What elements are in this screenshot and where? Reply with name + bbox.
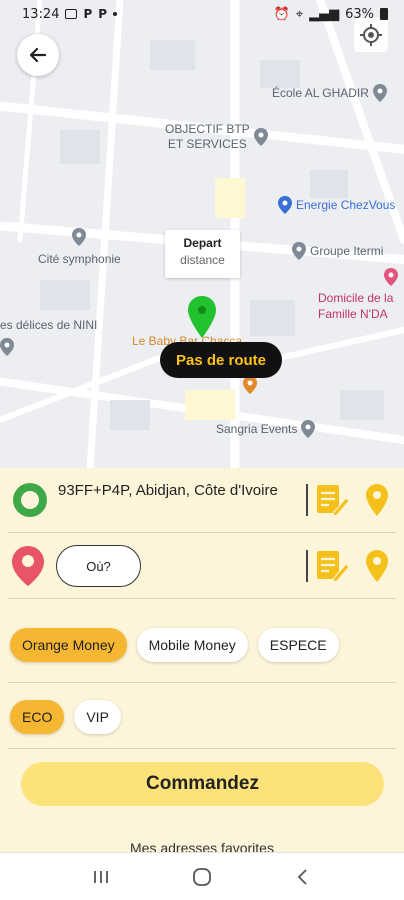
poi-objectif-btp[interactable]: OBJECTIF BTP ET SERVICES (165, 122, 268, 152)
alarm-icon: ⏰ (273, 6, 290, 22)
departure-address[interactable]: 93FF+P4P, Abidjan, Côte d'Ivoire (58, 480, 298, 501)
map-view[interactable]: École AL GHADIR OBJECTIF BTP ET SERVICES… (0, 0, 404, 470)
more-notifications-dot (113, 12, 118, 16)
shopping-pin-icon (278, 196, 292, 214)
battery-icon (380, 8, 388, 20)
divider (306, 484, 308, 516)
category-chip-eco[interactable]: ECO (10, 700, 65, 734)
poi-groupe-itermi[interactable]: Groupe Itermi (292, 242, 383, 260)
notification-p-2: P (98, 7, 108, 21)
depart-info-window[interactable]: Depart distance (165, 230, 240, 278)
restaurant-pin-icon (243, 376, 257, 394)
map-pin-icon (0, 338, 14, 356)
signal-icon: ▂▄▆ (309, 6, 340, 22)
divider (306, 550, 308, 582)
favorite-addresses-link[interactable]: Mes adresses favorites (0, 840, 404, 852)
location-status-icon: ⌖ (295, 6, 304, 22)
payment-chip-orange-money[interactable]: Orange Money (10, 628, 127, 662)
payment-chip-espece[interactable]: ESPECE (257, 628, 339, 662)
divider (8, 682, 396, 683)
divider (8, 598, 396, 599)
payment-chip-mobile-money[interactable]: Mobile Money (136, 628, 248, 662)
divider (8, 748, 396, 749)
depart-distance: distance (180, 253, 225, 267)
poi-pin-left[interactable] (0, 338, 14, 356)
edit-address-icon[interactable] (316, 550, 350, 582)
recents-icon (93, 870, 108, 883)
map-pin-icon (253, 128, 268, 146)
map-pin-icon (301, 420, 316, 438)
map-pin-icon (292, 242, 306, 260)
pick-on-map-icon[interactable] (366, 550, 388, 582)
depart-title: Depart (183, 236, 222, 250)
category-chip-vip[interactable]: VIP (74, 700, 121, 734)
gallery-notification-icon (65, 9, 78, 19)
home-pin-icon (384, 268, 398, 286)
home-icon (193, 867, 211, 886)
destination-input-button[interactable]: Où? (56, 545, 141, 587)
notification-p-1: P (83, 7, 93, 21)
back-button[interactable] (17, 34, 59, 76)
destination-row: Où? (0, 538, 404, 594)
status-bar: 13:24 P P ⏰ ⌖ ▂▄▆ 63% (0, 0, 404, 28)
divider (8, 532, 396, 533)
poi-ecole[interactable]: École AL GHADIR (272, 84, 387, 102)
home-button[interactable] (182, 862, 222, 892)
pick-on-map-icon[interactable] (366, 484, 388, 516)
status-time: 13:24 (22, 6, 60, 22)
recents-button[interactable] (81, 862, 121, 892)
poi-domicile[interactable]: Domicile de la Famille N'DA (318, 268, 398, 322)
no-route-label: Pas de route (160, 342, 282, 378)
map-pin-icon (372, 84, 387, 102)
payment-options: Orange Money Mobile Money ESPECE (10, 628, 339, 662)
poi-energie[interactable]: Energie ChezVous (278, 196, 395, 214)
system-nav-bar (0, 852, 404, 900)
departure-row: 93FF+P4P, Abidjan, Côte d'Ivoire (0, 472, 404, 528)
arrow-left-icon (29, 47, 47, 63)
chevron-left-icon (298, 868, 307, 885)
vehicle-categories: ECO VIP (10, 700, 121, 734)
poi-cite-symphonie[interactable]: Cité symphonie (38, 228, 121, 266)
poi-restaurant[interactable] (243, 376, 257, 394)
order-button[interactable]: Commandez (21, 762, 384, 806)
battery-percent: 63% (345, 6, 374, 22)
departure-circle-icon (13, 483, 47, 517)
destination-pin-icon (12, 546, 44, 586)
poi-delices-nini[interactable]: es délices de NINI (0, 318, 97, 332)
departure-marker-icon[interactable] (188, 296, 216, 338)
poi-sangria-events[interactable]: Sangria Events (216, 420, 316, 438)
back-nav-button[interactable] (283, 862, 323, 892)
map-pin-icon (72, 228, 87, 246)
edit-address-icon[interactable] (316, 484, 350, 516)
booking-panel: 93FF+P4P, Abidjan, Côte d'Ivoire Où? Ora… (0, 468, 404, 852)
